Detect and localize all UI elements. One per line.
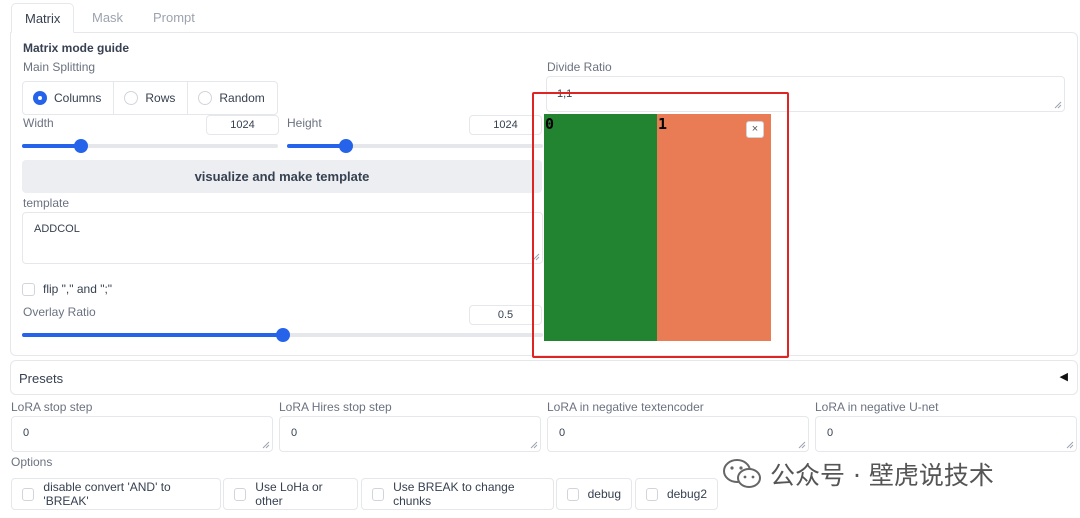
slider-thumb[interactable] <box>338 139 353 153</box>
lora-stop-step-label: LoRA stop step <box>11 400 93 414</box>
lora-negative-textencoder-value: 0 <box>559 427 566 439</box>
resize-handle-icon[interactable] <box>1054 101 1062 109</box>
tab-mask[interactable]: Mask <box>92 3 123 33</box>
lora-negative-textencoder-label: LoRA in negative textencoder <box>547 400 704 414</box>
lora-hires-stop-step-value: 0 <box>291 427 298 439</box>
lora-negative-unet-input[interactable]: 0 <box>815 416 1077 452</box>
height-slider[interactable] <box>287 139 543 153</box>
template-value: ADDCOL <box>34 223 80 235</box>
slider-fill <box>287 144 346 148</box>
lora-stop-step-input[interactable]: 0 <box>11 416 273 452</box>
lora-negative-textencoder-input[interactable]: 0 <box>547 416 809 452</box>
resize-handle-icon[interactable] <box>1066 441 1074 449</box>
option-checkbox[interactable] <box>22 487 35 501</box>
width-slider[interactable] <box>22 139 278 153</box>
option-label: Use BREAK to change chunks <box>393 480 515 508</box>
lora-hires-stop-step-input[interactable]: 0 <box>279 416 541 452</box>
resize-handle-icon[interactable] <box>798 441 806 449</box>
option-use-loha[interactable]: Use LoHa or other <box>223 478 358 510</box>
lora-negative-unet-value: 0 <box>827 427 834 439</box>
lora-negative-unet-label: LoRA in negative U-net <box>815 400 939 414</box>
presets-label: Presets <box>19 371 64 386</box>
flip-checkbox-row[interactable]: flip "," and ";" <box>22 282 112 296</box>
radio-columns[interactable]: Columns <box>22 81 115 115</box>
lora-stop-step-value: 0 <box>23 427 30 439</box>
slider-thumb[interactable] <box>73 139 88 153</box>
divide-ratio-label: Divide Ratio <box>547 60 612 74</box>
wechat-logo-icon <box>723 459 761 488</box>
slider-thumb[interactable] <box>275 328 290 342</box>
resize-handle-icon[interactable] <box>262 441 270 449</box>
width-label: Width <box>23 116 54 130</box>
overlay-ratio-slider[interactable] <box>22 328 543 342</box>
wechat-watermark: 公众号 · 壁虎说技术 <box>722 456 994 492</box>
option-debug[interactable]: debug <box>556 478 632 510</box>
radio-unchecked-icon <box>124 91 139 105</box>
template-label: template <box>23 196 70 210</box>
resize-handle-icon[interactable] <box>530 441 538 449</box>
option-label: disable convert 'AND' to 'BREAK' <box>43 480 171 508</box>
flip-checkbox[interactable] <box>22 282 35 296</box>
overlay-ratio-label: Overlay Ratio <box>23 305 96 319</box>
main-splitting-label: Main Splitting <box>23 60 96 74</box>
watermark-text: 公众号 · 壁虎说技术 <box>770 461 994 490</box>
slider-fill <box>22 333 283 337</box>
flip-label: flip "," and ";" <box>43 282 113 296</box>
lora-hires-stop-step-label: LoRA Hires stop step <box>279 400 392 414</box>
options-label: Options <box>11 455 53 469</box>
width-number-input[interactable]: 1024 <box>206 115 279 135</box>
height-label: Height <box>287 116 322 130</box>
visualize-template-button[interactable]: visualize and make template <box>22 160 542 193</box>
highlight-box <box>532 92 789 358</box>
radio-random-label: Random <box>219 91 265 105</box>
main-splitting-radio-group: Columns Rows Random <box>22 81 278 115</box>
radio-rows[interactable]: Rows <box>113 81 189 115</box>
option-disable-convert-and[interactable]: disable convert 'AND' to 'BREAK' <box>11 478 221 510</box>
slider-fill <box>22 144 81 148</box>
radio-random[interactable]: Random <box>187 81 278 115</box>
template-textarea[interactable]: ADDCOL <box>22 212 543 264</box>
option-checkbox[interactable] <box>372 487 385 501</box>
option-label: debug2 <box>666 487 707 501</box>
radio-columns-label: Columns <box>54 91 102 105</box>
radio-unchecked-icon <box>198 91 213 105</box>
presets-accordion[interactable]: Presets ◀ <box>10 360 1078 395</box>
tab-matrix[interactable]: Matrix <box>11 3 75 33</box>
option-debug2[interactable]: debug2 <box>635 478 718 510</box>
matrix-guide-title: Matrix mode guide <box>23 41 130 55</box>
option-checkbox[interactable] <box>567 487 579 501</box>
radio-checked-icon <box>33 91 47 105</box>
radio-rows-label: Rows <box>145 91 176 105</box>
option-use-break[interactable]: Use BREAK to change chunks <box>361 478 554 510</box>
option-label: Use LoHa or other <box>255 480 323 508</box>
tab-prompt[interactable]: Prompt <box>153 3 195 33</box>
option-label: debug <box>587 487 621 501</box>
collapse-arrow-icon[interactable]: ◀ <box>1060 370 1068 383</box>
option-checkbox[interactable] <box>646 487 658 501</box>
option-checkbox[interactable] <box>234 487 247 501</box>
